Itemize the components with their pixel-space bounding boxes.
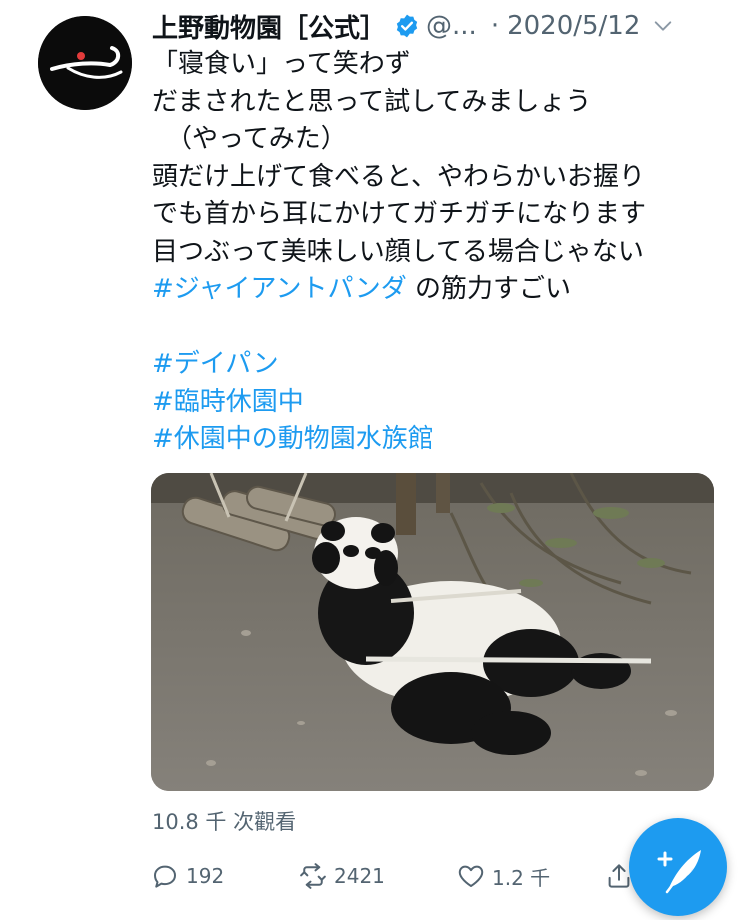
tweet-text-fragment: の筋力すごい	[406, 274, 572, 304]
heart-icon	[458, 865, 484, 887]
author-handle[interactable]: @...	[426, 11, 477, 41]
verified-badge-icon	[396, 14, 418, 38]
chevron-down-icon[interactable]	[652, 15, 674, 37]
retweet-count: 2421	[334, 864, 385, 888]
tweet-text-line: #ジャイアントパンダ の筋力すごい	[152, 271, 732, 309]
tweet-text-line: 頭だけ上げて食べると、やわらかいお握り	[152, 161, 645, 192]
hashtag-link[interactable]: #休園中の動物園水族館	[152, 421, 732, 459]
tweet-header: 上野動物園［公式］ @... · 2020/5/12	[152, 6, 732, 46]
like-count: 1.2 千	[492, 865, 551, 890]
tweet-text-line: （やってみた）	[166, 124, 347, 154]
separator-dot: ·	[490, 11, 500, 41]
tweet-text: 「寝食い」って笑わず だまされたと思って試してみましょう （やってみた） 頭だけ…	[152, 46, 732, 459]
compose-icon	[657, 850, 701, 894]
compose-tweet-button[interactable]	[629, 818, 727, 916]
retweet-button[interactable]: 2421	[298, 861, 456, 891]
hashtag-link[interactable]: #デイパン	[152, 346, 732, 384]
panda-video-thumbnail	[151, 473, 714, 791]
tweet-actions: 192 2421 1.2 千	[150, 856, 650, 896]
reply-count: 192	[186, 864, 225, 888]
author-name[interactable]: 上野動物園［公式］	[152, 8, 386, 45]
hashtag-link[interactable]: #臨時休園中	[152, 384, 732, 422]
tweet-text-line: 「寝食い」って笑わず	[152, 49, 411, 79]
tweet-text-line: だまされたと思って試してみましょう	[152, 86, 592, 117]
zoo-logo-icon	[38, 16, 132, 110]
avatar[interactable]	[38, 16, 132, 110]
tweet-text-line: 目つぶって美味しい顔してる場合じゃない	[152, 236, 644, 267]
reply-button[interactable]: 192	[150, 861, 298, 891]
tweet-date[interactable]: 2020/5/12	[507, 11, 640, 41]
like-button[interactable]: 1.2 千	[456, 861, 604, 891]
view-count: 10.8 千 次觀看	[152, 810, 297, 834]
hashtag-link[interactable]: #ジャイアントパンダ	[152, 274, 407, 304]
reply-icon	[154, 865, 176, 888]
video-player[interactable]	[151, 473, 714, 791]
tweet-text-line: でも首から耳にかけてガチガチになります	[152, 199, 647, 229]
retweet-icon	[300, 863, 326, 889]
